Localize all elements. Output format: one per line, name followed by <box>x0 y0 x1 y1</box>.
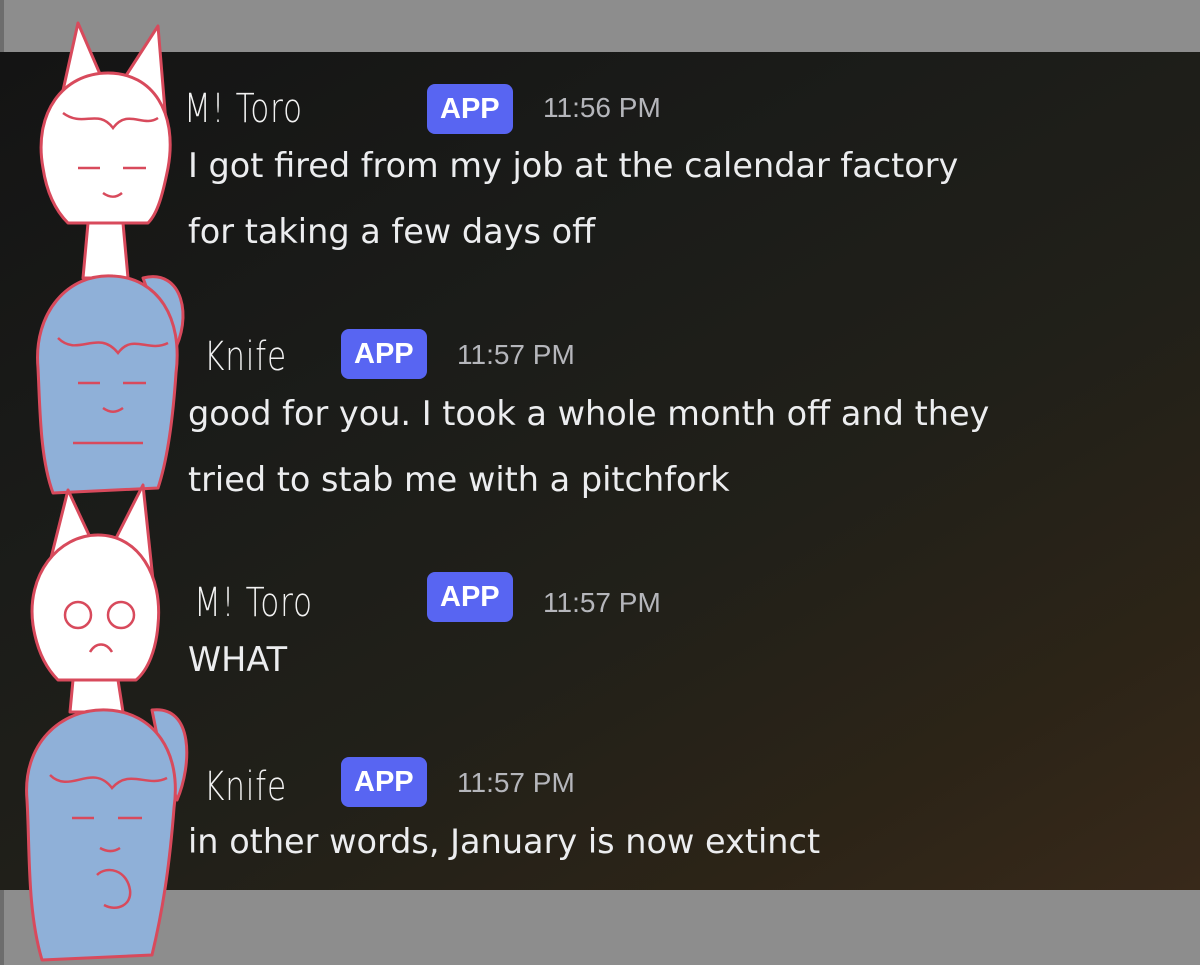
message-text-line: I got fired from my job at the calendar … <box>188 146 959 185</box>
message-text-line: tried to stab me with a pitchfork <box>188 460 730 499</box>
app-badge: APP <box>341 757 427 807</box>
username[interactable]: Knife <box>204 334 287 380</box>
fox-ear-character-shocked-avatar-icon[interactable] <box>18 480 168 715</box>
app-badge: APP <box>427 572 513 622</box>
message-text-line: in other words, January is now extinct <box>188 822 821 861</box>
fox-ear-character-avatar-icon[interactable] <box>18 18 183 283</box>
ponytail-character-thumbsup-avatar-icon[interactable] <box>12 690 192 965</box>
username[interactable]: M! Toro <box>184 86 303 132</box>
timestamp[interactable]: 11:57 PM <box>457 339 575 371</box>
message-text-line: for taking a few days off <box>188 212 596 251</box>
app-badge: APP <box>427 84 513 134</box>
username[interactable]: M! Toro <box>194 580 313 626</box>
timestamp[interactable]: 11:56 PM <box>543 92 661 124</box>
app-badge: APP <box>341 329 427 379</box>
username[interactable]: Knife <box>204 764 287 810</box>
timestamp[interactable]: 11:57 PM <box>457 767 575 799</box>
message-text-line: good for you. I took a whole month off a… <box>188 394 990 433</box>
timestamp[interactable]: 11:57 PM <box>543 587 661 619</box>
ponytail-character-avatar-icon[interactable] <box>18 258 193 508</box>
message-text-line: WHAT <box>188 640 288 679</box>
